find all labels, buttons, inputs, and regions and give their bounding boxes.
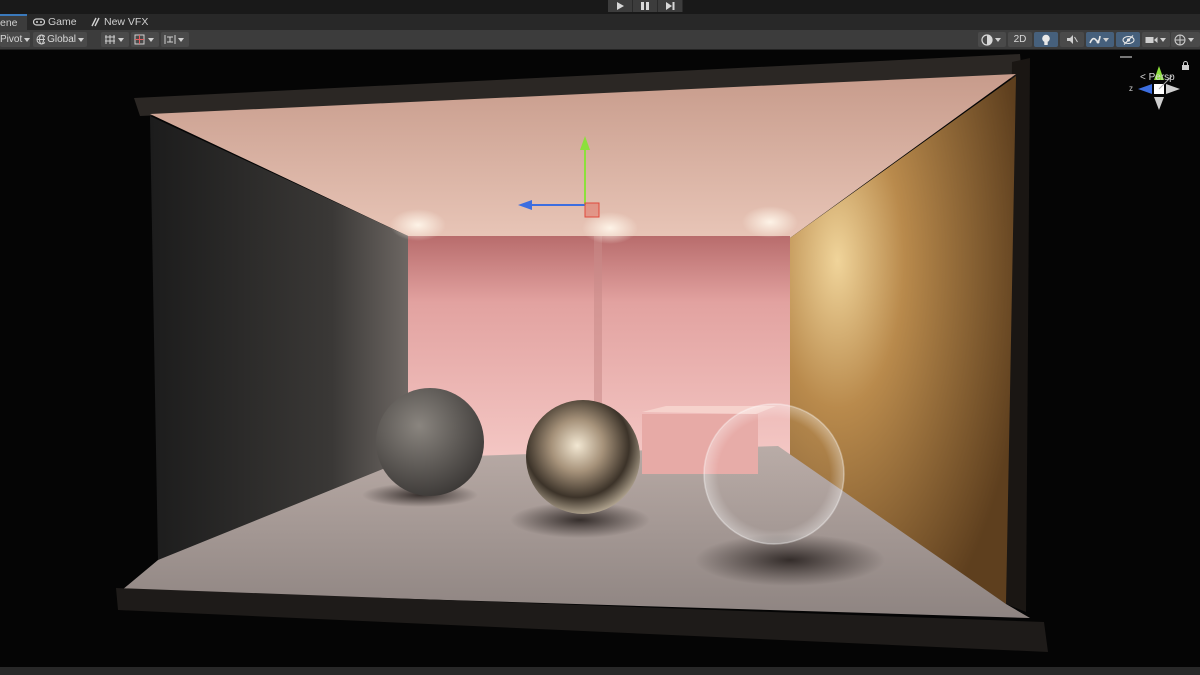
tab-game-label: Game bbox=[48, 16, 77, 28]
global-dropdown[interactable]: Global bbox=[33, 32, 87, 47]
step-button[interactable] bbox=[658, 0, 683, 12]
align-dropdown[interactable] bbox=[161, 32, 189, 47]
scene-toolbar: Pivot Global 2D bbox=[0, 30, 1200, 50]
scene-visibility-toggle[interactable] bbox=[1116, 32, 1140, 47]
spotlight-glow bbox=[390, 209, 446, 241]
chevron-down-icon bbox=[78, 37, 84, 42]
chevron-down-icon bbox=[995, 37, 1001, 42]
grid-snap-icon bbox=[105, 35, 115, 44]
play-controls bbox=[608, 0, 683, 12]
globe-icon bbox=[36, 34, 46, 45]
scene-render bbox=[116, 54, 1180, 652]
stone-sphere bbox=[376, 388, 484, 496]
tab-scene[interactable]: ene bbox=[0, 14, 27, 30]
glass-sphere bbox=[703, 403, 845, 545]
camera-icon bbox=[1145, 36, 1158, 43]
align-icon bbox=[164, 35, 176, 44]
eye-slash-icon bbox=[1122, 34, 1134, 45]
pause-button[interactable] bbox=[633, 0, 658, 12]
scene-viewport[interactable] bbox=[0, 50, 1200, 667]
gizmo-globe-icon bbox=[1174, 34, 1186, 45]
gizmos-dropdown[interactable] bbox=[1171, 32, 1200, 47]
increment-snap-dropdown[interactable] bbox=[131, 32, 159, 47]
tab-new-vfx-label: New VFX bbox=[104, 16, 149, 28]
pivot-dropdown[interactable]: Pivot bbox=[0, 32, 31, 47]
camera-dropdown[interactable] bbox=[1142, 32, 1170, 47]
play-button[interactable] bbox=[608, 0, 633, 12]
chevron-down-icon bbox=[148, 37, 154, 42]
chevron-down-icon bbox=[118, 37, 124, 42]
status-bar bbox=[0, 667, 1200, 675]
chevron-down-icon bbox=[1188, 37, 1194, 42]
draw-mode-dropdown[interactable] bbox=[978, 32, 1006, 47]
lighting-toggle[interactable] bbox=[1034, 32, 1058, 47]
metal-sphere bbox=[526, 400, 640, 514]
step-icon bbox=[665, 2, 674, 10]
effects-dropdown[interactable] bbox=[1086, 32, 1114, 47]
pause-icon bbox=[641, 2, 649, 10]
chevron-down-icon bbox=[1103, 37, 1109, 42]
chevron-down-icon bbox=[24, 37, 31, 42]
play-controls-bar bbox=[0, 0, 1200, 14]
gizmo-z-label: z bbox=[1129, 84, 1133, 93]
lock-icon[interactable] bbox=[1181, 61, 1190, 70]
camera-projection-label[interactable]: < Persp bbox=[1140, 72, 1175, 83]
chevron-down-icon bbox=[178, 37, 184, 42]
shading-sphere-icon bbox=[981, 33, 993, 46]
pivot-label: Pivot bbox=[0, 34, 23, 45]
vfx-graph-icon bbox=[91, 17, 100, 27]
effects-icon bbox=[1089, 35, 1101, 44]
gamepad-icon bbox=[33, 18, 45, 26]
audio-toggle[interactable] bbox=[1060, 32, 1084, 47]
tab-new-vfx[interactable]: New VFX bbox=[91, 14, 148, 30]
global-label: Global bbox=[47, 34, 76, 45]
gizmo-y-label bbox=[1152, 60, 1155, 63]
tab-game[interactable]: Game bbox=[33, 14, 77, 30]
grid-snapping-dropdown[interactable] bbox=[101, 32, 129, 47]
lightbulb-icon bbox=[1042, 34, 1050, 45]
play-icon bbox=[617, 2, 624, 10]
toggle-2d-label: 2D bbox=[1013, 34, 1027, 45]
increment-snap-icon bbox=[134, 34, 145, 45]
spotlight-glow bbox=[742, 206, 798, 238]
view-tab-bar: ene Game New VFX bbox=[0, 14, 1200, 30]
toggle-2d-button[interactable]: 2D bbox=[1008, 32, 1032, 47]
tab-scene-label: ene bbox=[0, 17, 18, 29]
chevron-down-icon bbox=[1160, 37, 1166, 42]
speaker-mute-icon bbox=[1067, 35, 1078, 44]
